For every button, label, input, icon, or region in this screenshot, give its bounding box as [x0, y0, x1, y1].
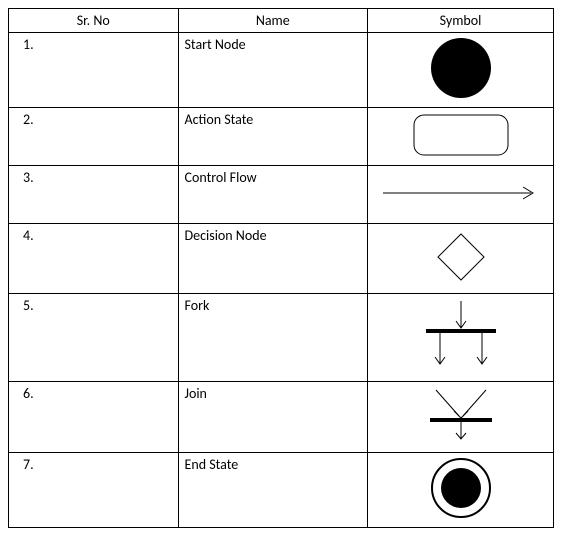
cell-name: End State [178, 453, 368, 528]
header-name: Name [178, 9, 368, 33]
cell-symbol [368, 453, 554, 528]
cell-srno: 3. [9, 166, 179, 224]
cell-symbol [368, 294, 554, 382]
cell-srno: 5. [9, 294, 179, 382]
cell-name: Action State [178, 108, 368, 166]
cell-name: Decision Node [178, 224, 368, 294]
header-symbol: Symbol [368, 9, 554, 33]
cell-name: Fork [178, 294, 368, 382]
join-icon [416, 386, 506, 444]
table-header-row: Sr. No Name Symbol [9, 9, 554, 33]
control-flow-icon [381, 183, 541, 203]
cell-name: Control Flow [178, 166, 368, 224]
cell-symbol [368, 108, 554, 166]
cell-srno: 6. [9, 382, 179, 453]
table-row: 1. Start Node [9, 33, 554, 108]
cell-srno: 1. [9, 33, 179, 108]
cell-srno: 2. [9, 108, 179, 166]
decision-node-icon [436, 232, 486, 282]
action-state-icon [413, 114, 509, 156]
cell-symbol [368, 166, 554, 224]
table-row: 7. End State [9, 453, 554, 528]
table-row: 6. Join [9, 382, 554, 453]
table-row: 2. Action State [9, 108, 554, 166]
table-row: 3. Control Flow [9, 166, 554, 224]
cell-srno: 7. [9, 453, 179, 528]
table-row: 5. Fork [9, 294, 554, 382]
table-row: 4. Decision Node [9, 224, 554, 294]
cell-srno: 4. [9, 224, 179, 294]
cell-symbol [368, 33, 554, 108]
uml-symbols-table: Sr. No Name Symbol 1. Start Node 2. Acti… [8, 8, 554, 528]
cell-symbol [368, 224, 554, 294]
cell-name: Join [178, 382, 368, 453]
header-srno: Sr. No [9, 9, 179, 33]
fork-icon [416, 299, 506, 373]
end-state-icon [430, 457, 492, 519]
cell-name: Start Node [178, 33, 368, 108]
cell-symbol [368, 382, 554, 453]
start-node-icon [430, 37, 492, 99]
